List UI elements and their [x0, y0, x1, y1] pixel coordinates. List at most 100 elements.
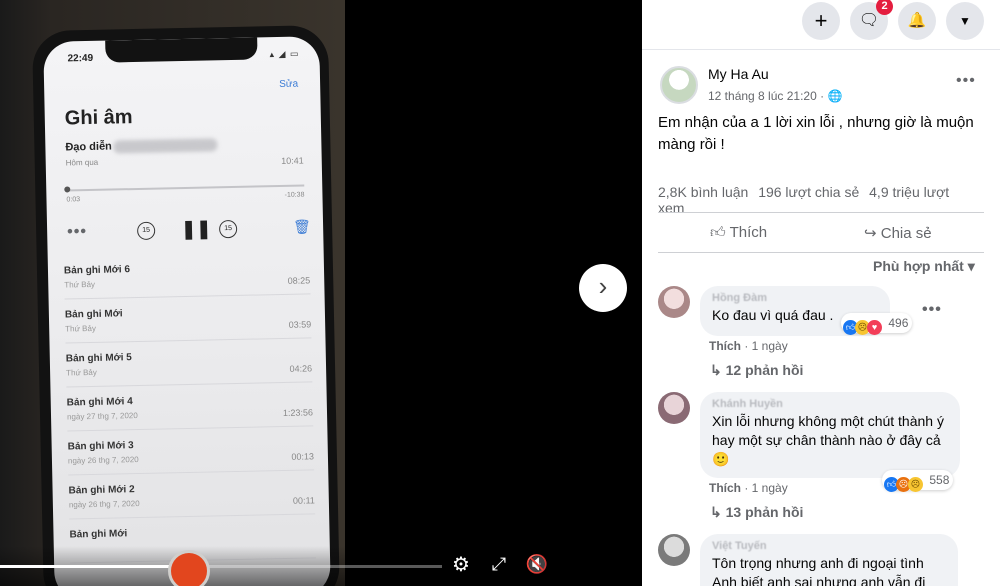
share-label: Chia sẻ — [880, 225, 932, 242]
post-options-icon[interactable]: ••• — [956, 72, 976, 90]
reply-arrow-icon: ↳ — [710, 504, 726, 520]
seek-bar[interactable] — [0, 565, 442, 568]
post-timestamp[interactable]: 12 tháng 8 lúc 21:20 · 🌐 — [708, 89, 842, 103]
comment-bubble: Việt Tuyến Tôn trọng nhưng anh đi ngoại … — [700, 534, 958, 586]
more-icon: ••• — [66, 223, 88, 241]
recording-duration: 04:26 — [289, 363, 313, 374]
video-frame[interactable]: 22:49 ▴ ◢ ▭ Sửa Ghi âm Đạo diễn Hôm qua … — [0, 0, 345, 586]
recording-date: Thứ Bảy — [64, 279, 96, 290]
reaction-summary[interactable]: 👍︎ ☹ ♥ 496 — [841, 313, 913, 335]
edit-link: Sửa — [279, 78, 299, 90]
phone-photo: 22:49 ▴ ◢ ▭ Sửa Ghi âm Đạo diễn Hôm qua … — [31, 24, 341, 586]
recording-date: Thứ Bảy — [66, 367, 97, 378]
recording-item: Bản ghi Mới 2 ngày 26 thg 7, 2020 00:11 — [68, 470, 316, 520]
commenter-avatar[interactable] — [658, 286, 690, 318]
timestamp-text: 12 tháng 8 lúc 21:20 · — [708, 89, 825, 103]
like-button[interactable]: 👍︎ Thích — [710, 224, 767, 242]
comment-time[interactable]: 1 ngày — [752, 481, 788, 495]
playback-track — [66, 184, 305, 192]
commenter-avatar[interactable] — [658, 392, 690, 424]
comment-footer: Thích · 1 ngày — [709, 339, 788, 353]
skip-back-icon: 15 — [136, 221, 156, 241]
expand-icon[interactable]: ⤢ — [487, 554, 511, 575]
reaction-count: 496 — [888, 316, 909, 330]
status-icons: ▴ ◢ ▭ — [269, 48, 300, 60]
share-count[interactable]: 196 lượt chia sẻ — [758, 184, 859, 200]
current-recording-date: Hôm qua — [65, 157, 99, 168]
divider — [658, 212, 984, 213]
recording-date: ngày 27 thg 7, 2020 — [66, 411, 138, 422]
sort-label: Phù hợp nhất — [873, 258, 964, 274]
current-recording-name: Đạo diễn — [65, 140, 112, 154]
media-viewer: 22:49 ▴ ◢ ▭ Sửa Ghi âm Đạo diễn Hôm qua … — [0, 0, 642, 586]
comment-like-link[interactable]: Thích — [709, 481, 741, 495]
view-replies-button[interactable]: ↳ 12 phản hồi — [710, 362, 803, 379]
share-button[interactable]: ↪ Chia sẻ — [864, 224, 932, 242]
messenger-badge: 2 — [876, 0, 893, 15]
recording-date: Thứ Bảy — [65, 323, 96, 334]
account-button[interactable]: ▼ — [946, 2, 984, 40]
post-text: Em nhận của a 1 lời xin lỗi , nhưng giờ … — [658, 114, 974, 153]
recording-title: Bản ghi Mới 3 — [67, 440, 134, 453]
comment-options-icon[interactable]: ••• — [922, 301, 942, 319]
share-icon: ↪ — [864, 225, 881, 242]
comment-count[interactable]: 2,8K bình luận — [658, 184, 748, 200]
notifications-button[interactable]: 🔔 — [898, 2, 936, 40]
divider — [658, 252, 984, 253]
playback-thumb — [64, 186, 71, 193]
comment-time[interactable]: 1 ngày — [752, 339, 788, 353]
gear-icon[interactable]: ⚙ — [449, 552, 473, 577]
recording-title: Bản ghi Mới — [64, 308, 123, 321]
replies-label: 12 phản hồi — [725, 362, 804, 378]
replies-label: 13 phản hồi — [725, 504, 804, 520]
recording-item: Bản ghi Mới 4 ngày 27 thg 7, 2020 1:23:56 — [66, 382, 314, 432]
recording-duration: 00:11 — [292, 495, 315, 506]
post-author[interactable]: My Ha Au — [708, 66, 769, 82]
blurred-name — [113, 138, 218, 154]
commenter-name[interactable]: Hồng Đàm — [712, 292, 878, 304]
globe-icon: 🌐 — [827, 89, 843, 103]
recording-item: Bản ghi Mới Thứ Bảy 03:59 — [64, 294, 312, 344]
caret-down-icon: ▾ — [967, 258, 975, 274]
recording-title: Bản ghi Mới 4 — [66, 396, 133, 409]
recording-date: ngày 26 thg 7, 2020 — [67, 455, 139, 466]
mute-icon[interactable]: 🔇 — [525, 554, 549, 575]
next-button[interactable]: › — [579, 264, 627, 312]
comment-like-link[interactable]: Thích — [709, 339, 741, 353]
chevron-right-icon: › — [598, 271, 608, 301]
sad-reaction-icon: ☹ — [908, 477, 923, 492]
skip-forward-icon: 15 — [218, 219, 238, 239]
create-button[interactable]: + — [802, 2, 840, 40]
reply-arrow-icon: ↳ — [710, 362, 726, 378]
comment-bubble: Khánh Huyền Xin lỗi nhưng không một chút… — [700, 392, 960, 478]
pause-icon: ❚❚ — [180, 218, 212, 240]
recording-duration: 1:23:56 — [282, 407, 314, 418]
commenter-name[interactable]: Khánh Huyền — [712, 398, 948, 410]
app-title: Ghi âm — [64, 106, 133, 130]
top-bar: + 🗨 2 🔔 ▼ — [642, 0, 1000, 50]
current-recording-duration: 10:41 — [281, 155, 304, 166]
recording-title: Bản ghi Mới 2 — [68, 484, 135, 497]
commenter-avatar[interactable] — [658, 534, 690, 566]
recording-item: Bản ghi Mới 3 ngày 26 thg 7, 2020 00:13 — [67, 426, 315, 476]
phone-screen: 22:49 ▴ ◢ ▭ Sửa Ghi âm Đạo diễn Hôm qua … — [43, 36, 331, 586]
reaction-count: 558 — [929, 473, 950, 487]
reaction-summary[interactable]: 👍︎ ☹ ☹ 558 — [882, 470, 954, 492]
phone-notch — [105, 37, 258, 63]
like-label: Thích — [729, 224, 768, 241]
recording-duration: 08:25 — [287, 275, 311, 286]
messenger-icon: 🗨 — [858, 12, 880, 29]
recording-duration: 03:59 — [288, 319, 312, 330]
recording-duration: 00:13 — [291, 451, 315, 462]
view-replies-button[interactable]: ↳ 13 phản hồi — [710, 504, 803, 521]
comment-footer: Thích · 1 ngày — [709, 481, 788, 495]
comment-sort-dropdown[interactable]: Phù hợp nhất ▾ — [873, 258, 975, 275]
elapsed-time: 0:03 — [66, 196, 81, 204]
plus-icon: + — [814, 8, 828, 33]
post-panel: + 🗨 2 🔔 ▼ My Ha Au 12 tháng 8 lúc 21:20 … — [642, 0, 1000, 586]
thumbs-up-icon: 👍︎ — [710, 224, 730, 241]
comment-text: Tôn trọng nhưng anh đi ngoại tình Anh bi… — [712, 555, 926, 586]
commenter-name[interactable]: Việt Tuyến — [712, 540, 946, 552]
author-avatar[interactable] — [660, 66, 698, 104]
status-time: 22:49 — [67, 52, 94, 65]
